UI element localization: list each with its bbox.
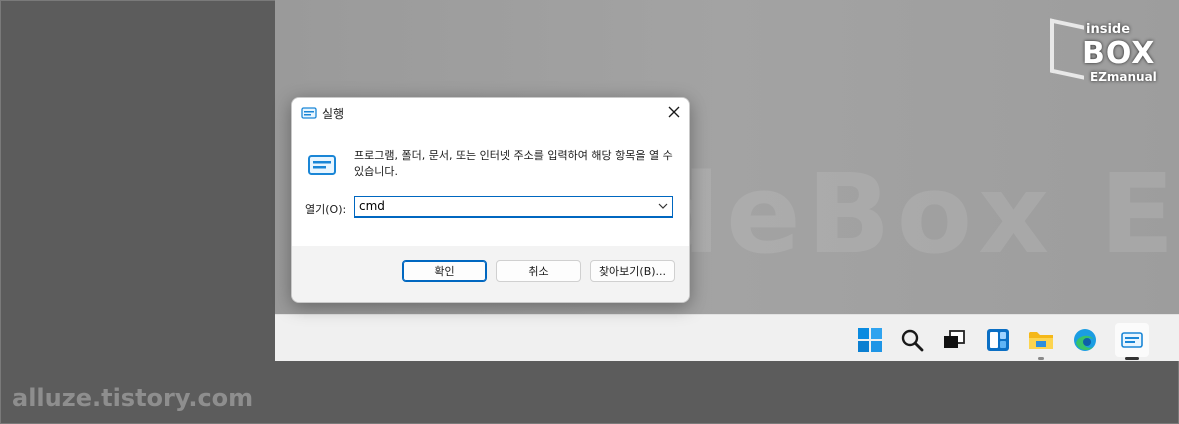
- edge-icon: [1074, 329, 1096, 351]
- run-taskbar-button[interactable]: [1115, 323, 1149, 360]
- logo-top-text: inside: [1086, 22, 1131, 37]
- button-row: 확인 취소 찾아보기(B)...: [292, 246, 689, 302]
- logo-box-shape: [1050, 18, 1084, 80]
- run-program-icon: [308, 155, 336, 175]
- task-view-icon: [944, 330, 965, 348]
- open-input[interactable]: cmd: [359, 199, 385, 213]
- insidebox-logo: inside BOX EZmanual: [1050, 18, 1164, 92]
- close-button[interactable]: [659, 98, 689, 126]
- dialog-body: [292, 128, 689, 246]
- open-label: 열기(O):: [305, 203, 347, 216]
- ok-button[interactable]: 확인: [402, 260, 487, 282]
- widgets-icon: [987, 329, 1009, 351]
- search-button[interactable]: [895, 323, 929, 357]
- run-title-icon: [301, 107, 317, 119]
- dialog-title: 실행: [322, 107, 345, 121]
- cancel-button[interactable]: 취소: [496, 260, 581, 282]
- running-indicator: [1038, 357, 1044, 360]
- file-explorer-button[interactable]: [1024, 323, 1058, 360]
- logo-bottom-text: EZmanual: [1090, 70, 1157, 84]
- taskbar: [275, 314, 1179, 361]
- logo-main-text: BOX: [1082, 36, 1156, 71]
- widgets-button[interactable]: [981, 323, 1015, 357]
- dialog-description: 프로그램, 폴더, 문서, 또는 인터넷 주소를 입력하여 해당 항목을 열 수…: [354, 149, 673, 178]
- dialog-titlebar[interactable]: 실행: [292, 98, 689, 128]
- file-explorer-icon: [1029, 332, 1053, 349]
- edge-button[interactable]: [1068, 323, 1102, 357]
- chevron-down-icon[interactable]: [658, 202, 668, 210]
- browse-button[interactable]: 찾아보기(B)...: [590, 260, 675, 282]
- task-view-button[interactable]: [938, 323, 972, 357]
- windows-start-icon: [858, 328, 882, 352]
- start-button[interactable]: [853, 323, 887, 357]
- close-icon: [668, 106, 680, 118]
- search-icon: [901, 329, 924, 352]
- run-dialog: 실행 프로그램, 폴더, 문서, 또는 인터넷 주소를 입력하여 해당 항목을 …: [291, 97, 690, 303]
- open-combobox[interactable]: cmd: [354, 196, 673, 218]
- site-watermark: alluze.tistory.com: [12, 384, 254, 412]
- active-indicator: [1125, 357, 1139, 360]
- run-icon: [1121, 332, 1143, 348]
